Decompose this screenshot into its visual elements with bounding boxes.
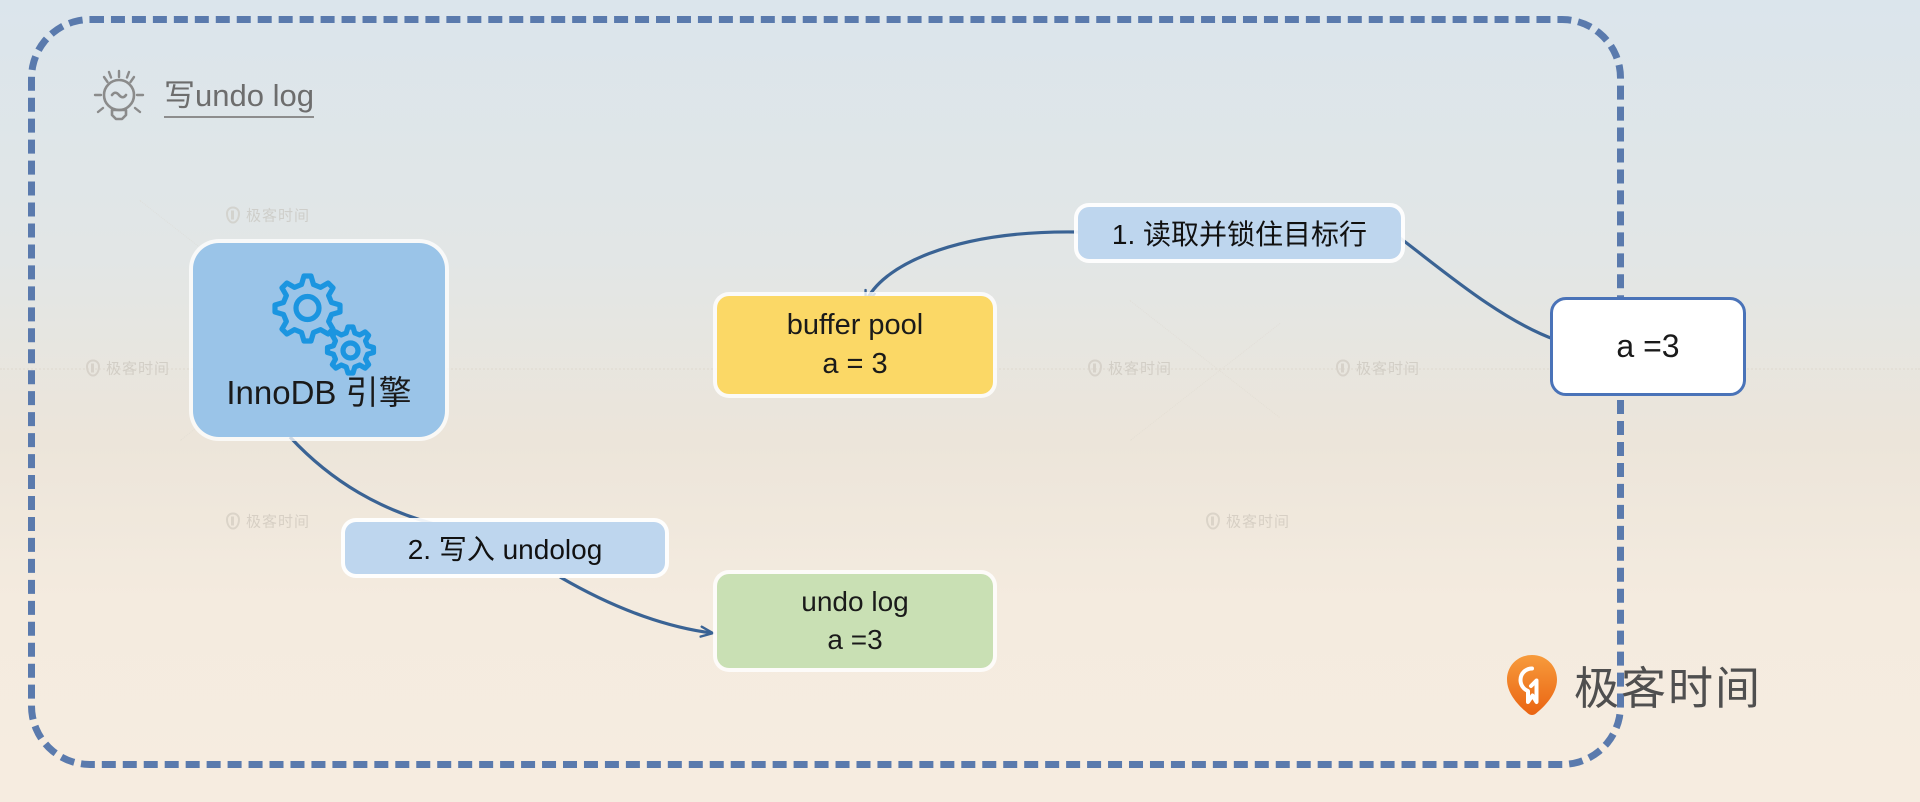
brand-name: 极客时间 (1574, 663, 1763, 714)
buffer-pool-value: a = 3 (822, 348, 888, 380)
node-undo-log[interactable]: undo log a =3 (717, 574, 993, 668)
gears-icon (272, 273, 377, 376)
node-innodb-engine[interactable]: InnoDB 引擎 (193, 243, 445, 437)
node-innodb-label: InnoDB 引擎 (226, 374, 412, 412)
step-label-2[interactable]: 2. 写入 undolog (345, 522, 665, 574)
undo-log-value: a =3 (827, 624, 883, 655)
diagram-canvas: 极客时间极客时间极客时间极客时间极客时间极客时间 写undo log (0, 0, 1920, 802)
node-buffer-pool[interactable]: buffer pool a = 3 (717, 296, 993, 394)
header: 写undo log (90, 68, 314, 128)
buffer-pool-title: buffer pool (786, 309, 924, 342)
node-row-value[interactable]: a =3 (1550, 297, 1746, 396)
lightbulb-icon (93, 69, 145, 121)
page-title: 写undo log (164, 78, 314, 119)
geekbang-pin-icon (1507, 654, 1557, 715)
undo-log-title: undo log (801, 586, 909, 618)
step-label-1[interactable]: 1. 读取并锁住目标行 (1078, 207, 1401, 259)
brand-logo: 极客时间 (1506, 652, 1762, 717)
row-value-label: a =3 (1616, 328, 1680, 364)
